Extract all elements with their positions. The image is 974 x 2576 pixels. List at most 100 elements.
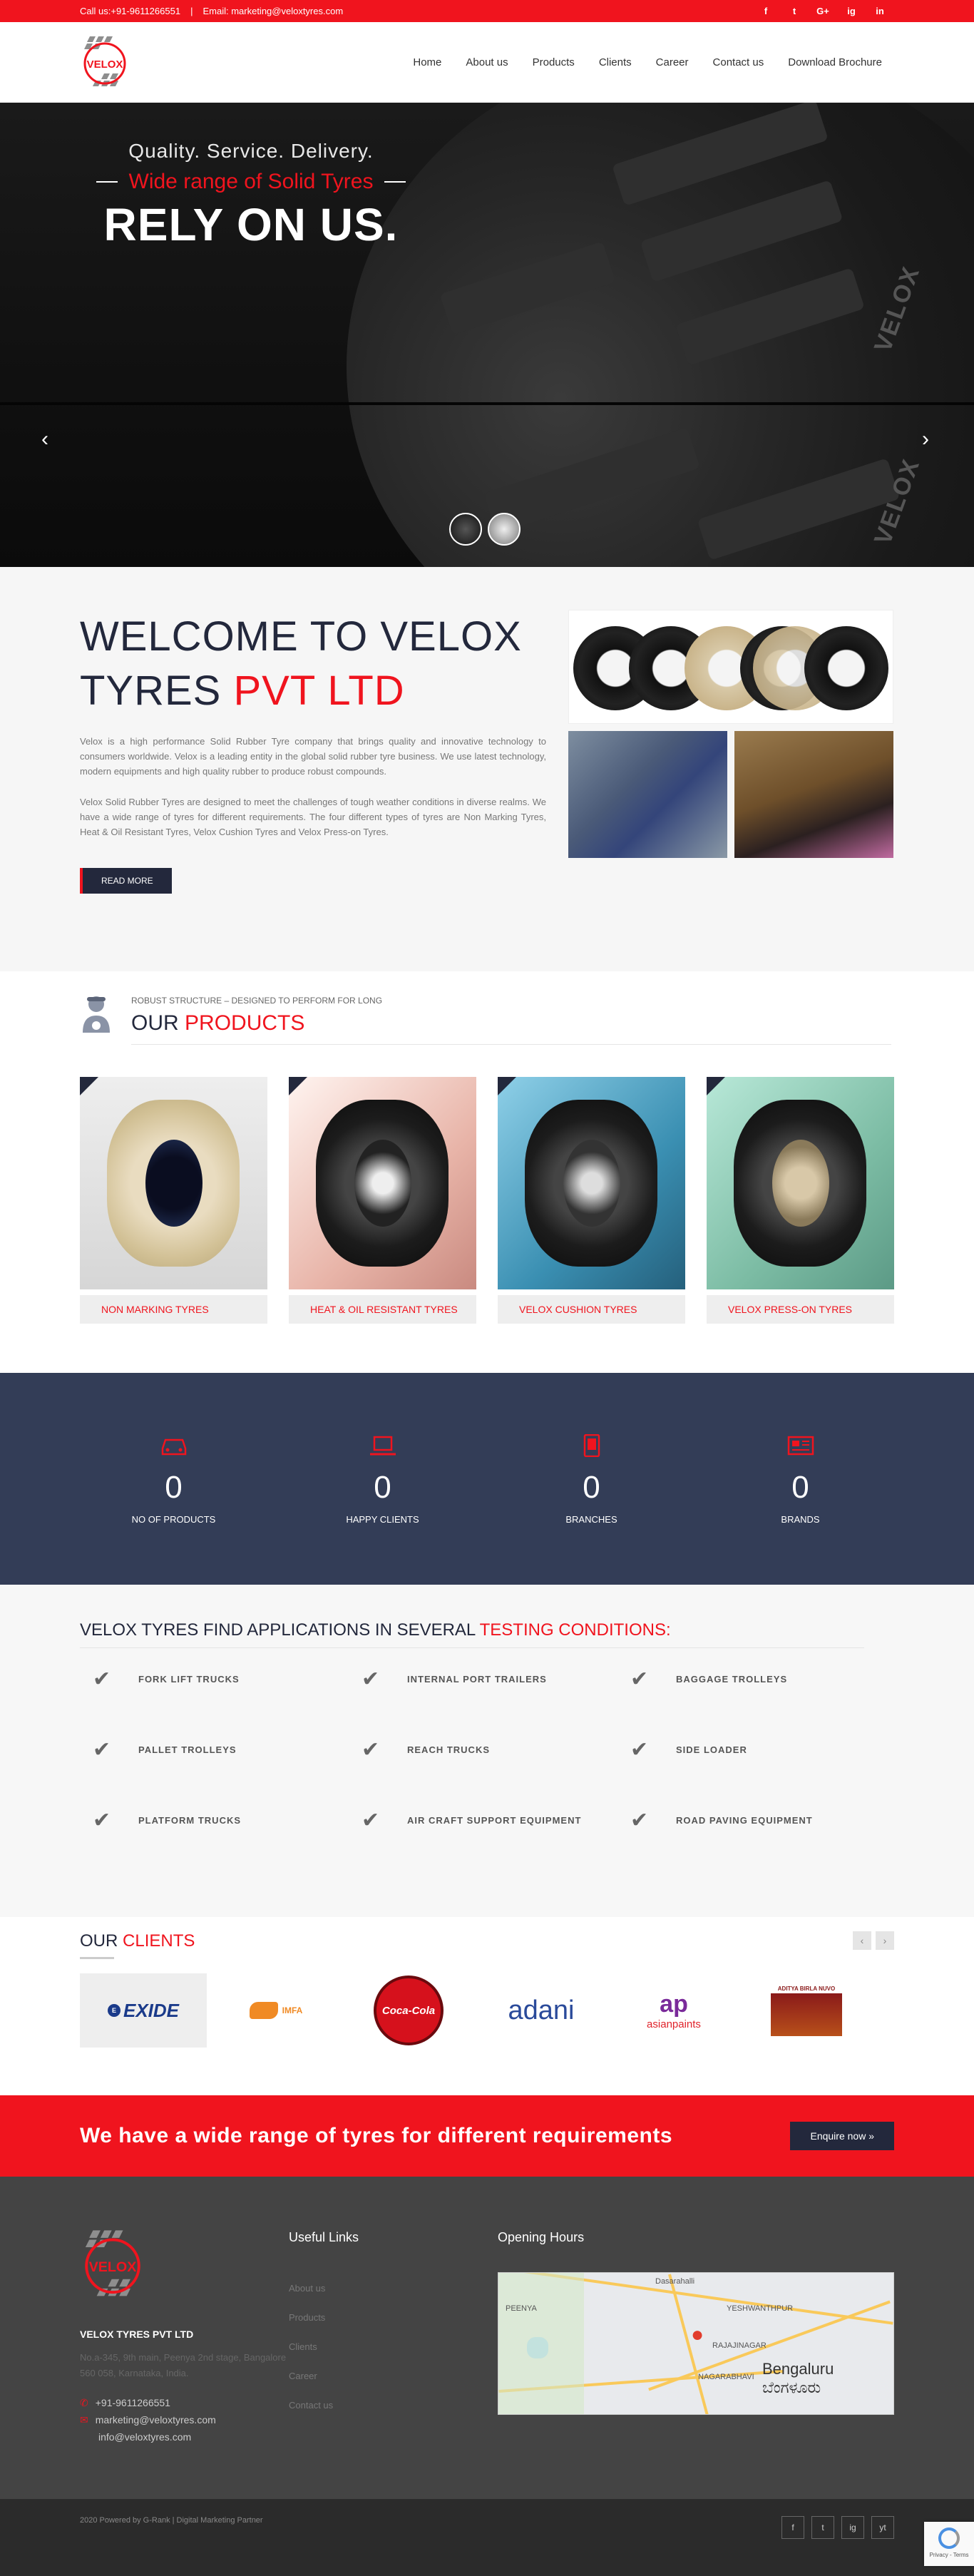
lab-image	[734, 731, 893, 858]
google-plus-icon[interactable]: G+	[809, 6, 837, 16]
checkmark-icon: ✔	[362, 1667, 380, 1691]
map-pin-icon: ●	[691, 2323, 704, 2346]
nav-about[interactable]: About us	[453, 56, 520, 68]
instagram-icon[interactable]: ig	[841, 2516, 864, 2539]
clients-section: OUR CLIENTS ‹ › E EXIDE IMFA Coca-Cola a…	[0, 1917, 974, 2095]
application-item: ✔ ROAD PAVING EQUIPMENT	[630, 1808, 899, 1833]
corner-tag	[707, 1077, 725, 1095]
email-text: marketing@veloxtyres.com	[95, 2414, 216, 2426]
laptop-icon	[289, 1434, 476, 1460]
product-card[interactable]: NON MARKING TYRES	[80, 1077, 267, 1324]
newspaper-icon	[707, 1434, 894, 1460]
svg-text:VELOX: VELOX	[87, 58, 123, 71]
instagram-icon[interactable]: ig	[837, 6, 866, 16]
application-item: ✔ BAGGAGE TROLLEYS	[630, 1667, 899, 1692]
read-more-button[interactable]: READ MORE	[80, 868, 172, 894]
counter-label: HAPPY CLIENTS	[346, 1514, 419, 1525]
top-bar: Call us:+91-9611266551 | Email: marketin…	[0, 0, 974, 22]
applications-title-b: TESTING CONDITIONS:	[479, 1620, 671, 1640]
checkmark-icon: ✔	[630, 1738, 649, 1762]
welcome-para-1: Velox is a high performance Solid Rubber…	[80, 736, 546, 777]
nav-career[interactable]: Career	[644, 56, 701, 68]
nav-clients[interactable]: Clients	[587, 56, 644, 68]
call-text[interactable]: Call us:+91-9611266551	[80, 6, 180, 16]
recaptcha-text: Privacy - Terms	[929, 2552, 969, 2558]
products-title-b: PRODUCTS	[185, 1011, 305, 1035]
enquire-now-button[interactable]: Enquire now »	[790, 2122, 894, 2150]
slide-thumbnails	[449, 513, 521, 546]
nav-contact[interactable]: Contact us	[701, 56, 776, 68]
location-map[interactable]: Dasarahalli PEENYA NAGARABHAVI RAJAJINAG…	[498, 2272, 894, 2415]
mechanic-icon	[80, 993, 113, 1036]
nav-products[interactable]: Products	[521, 56, 587, 68]
corner-tag	[80, 1077, 98, 1095]
tyre-hole	[145, 1140, 203, 1227]
car-icon	[80, 1434, 267, 1460]
product-label[interactable]: VELOX CUSHION TYRES	[498, 1295, 685, 1324]
slide-thumb-2[interactable]	[488, 513, 521, 546]
twitter-icon[interactable]: t	[811, 2516, 834, 2539]
email-text[interactable]: Email: marketing@veloxtyres.com	[203, 6, 343, 16]
product-label[interactable]: VELOX PRESS-ON TYRES	[707, 1295, 894, 1324]
tyre-hole	[563, 1140, 620, 1227]
counter-brands: 0 BRANDS	[707, 1434, 894, 1525]
nav-brochure[interactable]: Download Brochure	[776, 56, 894, 68]
prev-slide-icon[interactable]: ‹	[41, 427, 48, 451]
product-label[interactable]: HEAT & OIL RESISTANT TYRES	[289, 1295, 476, 1324]
velox-logo[interactable]: VELOX	[80, 34, 130, 92]
footer-link-clients[interactable]: Clients	[289, 2332, 498, 2361]
welcome-section: WELCOME TO VELOX TYRES PVT LTD Velox is …	[0, 567, 974, 971]
recaptcha-badge[interactable]: Privacy - Terms	[924, 2522, 974, 2566]
counter-products: 0 NO OF PRODUCTS	[80, 1434, 267, 1525]
products-section: ROBUST STRUCTURE – DESIGNED TO PERFORM F…	[0, 971, 974, 1373]
footer-link-career[interactable]: Career	[289, 2361, 498, 2391]
applications-grid: ✔ FORK LIFT TRUCKS ✔ INTERNAL PORT TRAILER…	[80, 1667, 894, 1833]
footer-link-contact[interactable]: Contact us	[289, 2391, 498, 2420]
welcome-title-b: TYRES	[80, 668, 222, 714]
footer-email[interactable]: ✉ marketing@veloxtyres.com	[80, 2411, 289, 2428]
client-logo-aditya-birla[interactable]: ADITYA BIRLA NUVO	[743, 1973, 870, 2048]
carousel-next-icon[interactable]: ›	[876, 1931, 894, 1950]
map-label: YESHWANTHPUR	[727, 2304, 794, 2313]
product-card[interactable]: VELOX CUSHION TYRES	[498, 1077, 685, 1324]
product-card[interactable]: VELOX PRESS-ON TYRES	[707, 1077, 894, 1324]
client-logo-text: EXIDE	[123, 1999, 180, 2021]
imfa-mark-icon	[249, 2002, 278, 2019]
hero-line-2: Wide range of Solid Tyres	[80, 170, 422, 194]
nav-home[interactable]: Home	[401, 56, 453, 68]
linkedin-icon[interactable]: in	[866, 6, 894, 16]
aditya-birla-mark-icon	[771, 1993, 842, 2036]
product-image	[707, 1077, 894, 1289]
product-label[interactable]: NON MARKING TYRES	[80, 1295, 267, 1324]
footer: VELOX VELOX TYRES PVT LTD No.a-345, 9th …	[0, 2177, 974, 2499]
footer-address: No.a-345, 9th main, Peenya 2nd stage, Ba…	[80, 2352, 287, 2378]
twitter-icon[interactable]: t	[780, 6, 809, 16]
client-logo-imfa[interactable]: IMFA	[212, 1973, 339, 2048]
facebook-icon[interactable]: f	[752, 6, 780, 16]
application-label: INTERNAL PORT TRAILERS	[407, 1674, 547, 1685]
client-logo-cocacola[interactable]: Coca-Cola	[345, 1973, 472, 2048]
slide-thumb-1[interactable]	[449, 513, 482, 546]
footer-link-products[interactable]: Products	[289, 2303, 498, 2332]
checkmark-icon: ✔	[362, 1738, 380, 1762]
footer-logo[interactable]: VELOX	[80, 2227, 289, 2307]
separator: |	[190, 6, 193, 16]
footer-email-2[interactable]: info@veloxtyres.com	[80, 2428, 289, 2445]
client-logo-asianpaints[interactable]: ap asianpaints	[610, 1973, 737, 2048]
client-logos: E EXIDE IMFA Coca-Cola adani ap asianpai…	[80, 1973, 894, 2048]
next-slide-icon[interactable]: ›	[922, 427, 929, 451]
counter-label: BRANCHES	[565, 1514, 617, 1525]
client-logo-adani[interactable]: adani	[478, 1973, 605, 2048]
clients-title-b: CLIENTS	[123, 1931, 195, 1951]
youtube-icon[interactable]: yt	[871, 2516, 894, 2539]
facebook-icon[interactable]: f	[781, 2516, 804, 2539]
footer-link-about[interactable]: About us	[289, 2274, 498, 2303]
cta-text: We have a wide range of tyres for differ…	[80, 2124, 672, 2147]
footer-phone[interactable]: ✆ +91-9611266551	[80, 2394, 289, 2411]
tyre-range-image	[568, 610, 893, 724]
counter-clients: 0 HAPPY CLIENTS	[289, 1434, 476, 1525]
product-card[interactable]: HEAT & OIL RESISTANT TYRES	[289, 1077, 476, 1324]
carousel-prev-icon[interactable]: ‹	[853, 1931, 871, 1950]
client-logo-exide[interactable]: E EXIDE	[80, 1973, 207, 2048]
cta-banner: We have a wide range of tyres for differ…	[0, 2095, 974, 2177]
